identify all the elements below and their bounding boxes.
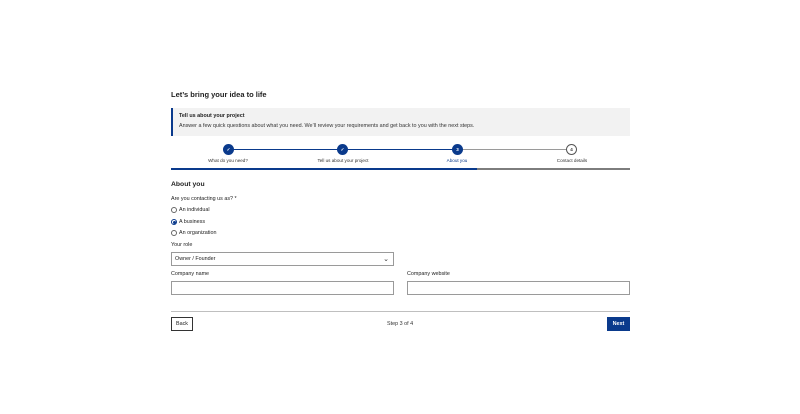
step-3-marker: 3 — [452, 144, 463, 155]
step-4-label: Contact details — [556, 158, 588, 163]
next-button[interactable]: Next — [607, 317, 630, 331]
role-label: Your role — [171, 242, 193, 248]
role-value: Owner / Founder — [175, 256, 216, 262]
chevron-down-icon: ⌄ — [383, 256, 389, 263]
radio-label: A business — [179, 219, 206, 225]
back-button[interactable]: Back — [171, 317, 193, 331]
company-website-label: Company website — [407, 271, 450, 277]
step-counter: Step 3 of 4 — [387, 321, 414, 327]
radio-label: An organization — [179, 230, 217, 236]
progress-bar — [171, 168, 630, 170]
step-3-label: About you — [446, 158, 468, 163]
progress-fill — [171, 168, 478, 170]
footer-divider — [171, 311, 630, 312]
radio-button[interactable] — [171, 230, 177, 236]
company-name-label: Company name — [171, 271, 210, 277]
stepper: ✓ ✓ 3 4 What do you need? Tell us about … — [171, 143, 630, 171]
step-2-label: Tell us about your project — [317, 158, 369, 163]
radio-organization[interactable]: An organization — [171, 230, 216, 236]
step-1-check-icon: ✓ — [223, 144, 234, 155]
info-title: Tell us about your project — [179, 113, 245, 119]
info-description: Answer a few quick questions about what … — [179, 123, 475, 129]
radio-business[interactable]: A business — [171, 219, 205, 225]
radio-button[interactable] — [171, 207, 177, 213]
role-select[interactable]: Owner / Founder ⌄ — [171, 252, 394, 266]
page-title: Let’s bring your idea to life — [171, 90, 267, 99]
company-website-input[interactable] — [407, 281, 630, 295]
company-name-input[interactable] — [171, 281, 394, 295]
info-banner: Tell us about your project Answer a few … — [171, 108, 630, 136]
radio-individual[interactable]: An individual — [171, 207, 210, 213]
step-1-label: What do you need? — [208, 158, 248, 163]
step-4-marker: 4 — [566, 144, 577, 155]
radio-label: An individual — [179, 207, 210, 213]
section-title: About you — [171, 181, 205, 188]
stepper-line-todo — [457, 149, 572, 150]
radio-button[interactable] — [171, 219, 177, 225]
step-2-check-icon: ✓ — [337, 144, 348, 155]
contact-type-question: Are you contacting us as? * — [171, 196, 237, 202]
